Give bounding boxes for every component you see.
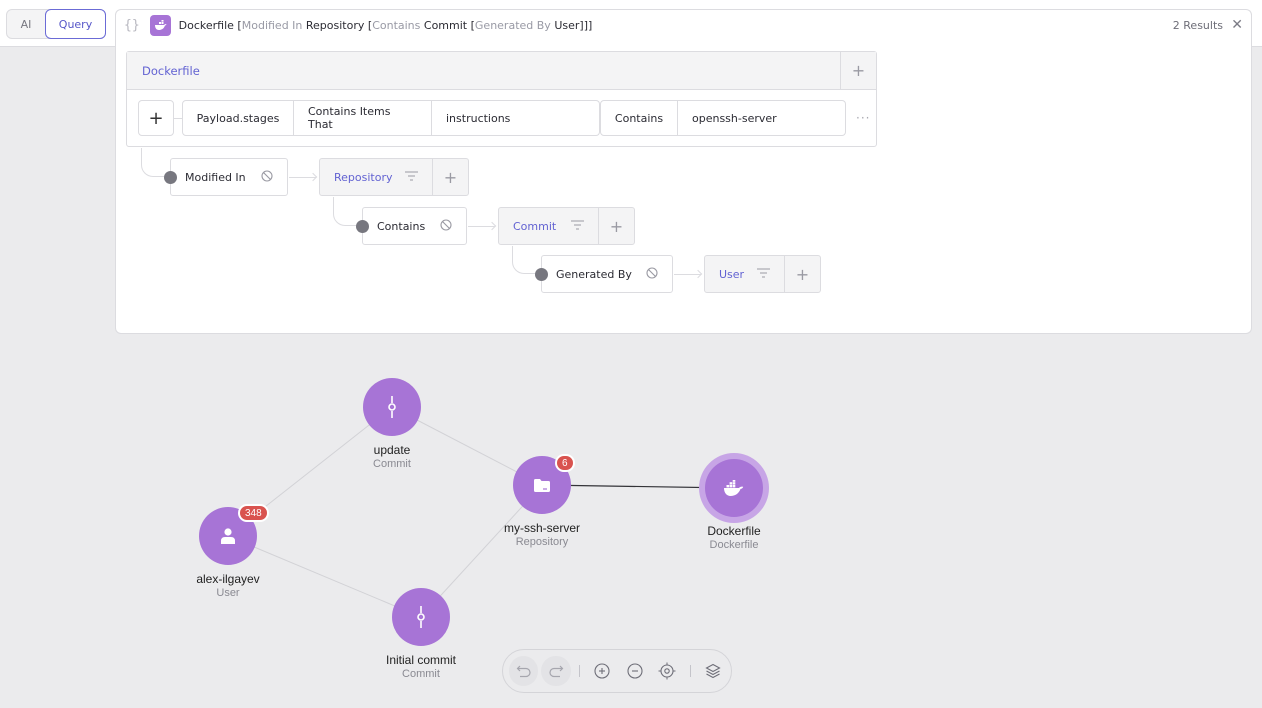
zoom-out-icon bbox=[627, 663, 643, 679]
docker-whale-icon bbox=[723, 479, 745, 497]
redo-button[interactable] bbox=[541, 656, 571, 686]
graph-toolbar bbox=[502, 649, 732, 693]
graph-node-label: alex-ilgayev User bbox=[158, 572, 298, 599]
graph-node-label: my-ssh-server Repository bbox=[472, 521, 612, 548]
graph-edges bbox=[227, 406, 735, 618]
count-badge[interactable]: 6 bbox=[555, 454, 575, 472]
graph-node-label: Initial commit Commit bbox=[351, 653, 491, 680]
user-icon bbox=[221, 528, 235, 544]
node-name: update bbox=[373, 443, 411, 457]
node-name: my-ssh-server bbox=[503, 521, 580, 535]
zoom-in-button[interactable] bbox=[588, 656, 617, 686]
node-name: Dockerfile bbox=[707, 524, 761, 538]
graph-node-label: update Commit bbox=[322, 443, 462, 470]
graph-node-label: Dockerfile Dockerfile bbox=[664, 524, 804, 551]
node-type: Commit bbox=[402, 668, 440, 680]
node-name: alex-ilgayev bbox=[196, 572, 260, 586]
commit-icon bbox=[416, 606, 426, 628]
toolbar-divider bbox=[578, 665, 580, 677]
graph-node-dockerfile[interactable] bbox=[705, 459, 763, 517]
node-name: Initial commit bbox=[385, 653, 456, 667]
count-badge[interactable]: 348 bbox=[238, 504, 269, 522]
node-type: Dockerfile bbox=[709, 539, 759, 551]
crosshair-icon bbox=[658, 662, 676, 680]
layers-button[interactable] bbox=[699, 656, 728, 686]
commit-icon bbox=[387, 396, 397, 418]
layers-icon bbox=[705, 663, 722, 679]
center-button[interactable] bbox=[652, 656, 681, 686]
redo-icon bbox=[549, 665, 564, 678]
undo-icon bbox=[516, 665, 531, 678]
zoom-in-icon bbox=[594, 663, 610, 679]
graph-node-initial[interactable] bbox=[392, 588, 450, 646]
graph-node-update[interactable] bbox=[363, 378, 421, 436]
folder-icon bbox=[534, 478, 550, 492]
node-type: Repository bbox=[515, 536, 569, 548]
node-type: User bbox=[216, 587, 240, 599]
toolbar-divider bbox=[689, 665, 691, 677]
zoom-out-button[interactable] bbox=[620, 656, 649, 686]
node-type: Commit bbox=[373, 458, 411, 470]
undo-button[interactable] bbox=[509, 656, 539, 686]
